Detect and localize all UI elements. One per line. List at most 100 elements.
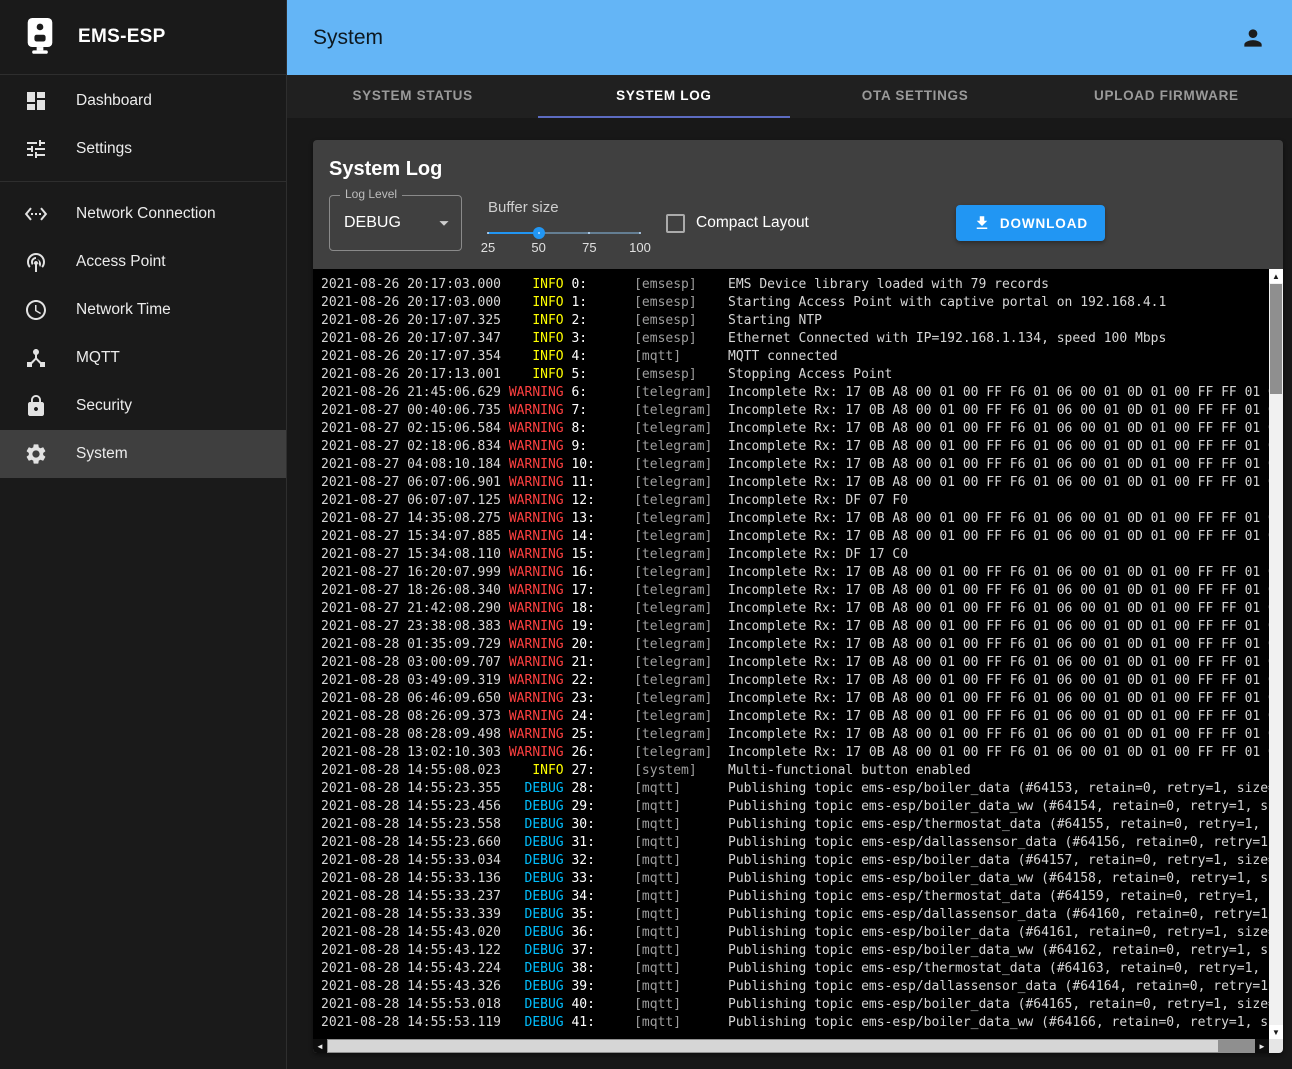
log-line: 2021-08-26 20:17:07.325 INFO 2: [emsesp]… [321,312,1269,330]
tab-ota-settings[interactable]: OTA SETTINGS [790,75,1041,118]
tab-upload-firmware[interactable]: UPLOAD FIRMWARE [1041,75,1292,118]
log-line: 2021-08-27 21:42:08.290 WARNING 18: [tel… [321,600,1269,618]
ethernet-icon [24,202,48,226]
log-line: 2021-08-28 14:55:53.119 DEBUG 41: [mqtt]… [321,1014,1269,1032]
log-line: 2021-08-28 08:28:09.498 WARNING 25: [tel… [321,726,1269,744]
slider-mark-label: 100 [629,240,651,255]
app-title: EMS-ESP [78,26,166,48]
slider-mark-label: 50 [531,240,545,255]
slider-mark-dot [487,232,489,234]
controls-row: Log Level DEBUG Buffer size 255075100 [313,185,1283,269]
sidebar-item-settings[interactable]: Settings [0,125,286,173]
sidebar-item-label: Settings [76,140,132,158]
scrollbar-corner [1269,1039,1283,1053]
log-level-value: DEBUG [344,214,401,232]
slider-mark-dot [538,232,540,234]
log-line: 2021-08-28 06:46:09.650 WARNING 23: [tel… [321,690,1269,708]
device-hub-icon [24,346,48,370]
log-line: 2021-08-27 00:40:06.735 WARNING 7: [tele… [321,402,1269,420]
log-line: 2021-08-28 13:02:10.303 WARNING 26: [tel… [321,744,1269,762]
log-line: 2021-08-28 14:55:23.355 DEBUG 28: [mqtt]… [321,780,1269,798]
log-line: 2021-08-27 16:20:07.999 WARNING 16: [tel… [321,564,1269,582]
scroll-right-arrow-icon[interactable]: ► [1255,1039,1269,1053]
sidebar-item-system[interactable]: System [0,430,286,478]
log-line: 2021-08-28 14:55:43.326 DEBUG 39: [mqtt]… [321,978,1269,996]
sidebar-divider [0,181,286,182]
buffer-size-slider[interactable]: 255075100 [488,226,640,240]
sidebar-item-label: MQTT [76,349,120,367]
log-line: 2021-08-27 15:34:08.110 WARNING 15: [tel… [321,546,1269,564]
log-line: 2021-08-28 14:55:23.660 DEBUG 31: [mqtt]… [321,834,1269,852]
slider-track [488,232,539,234]
sidebar-item-network-connection[interactable]: Network Connection [0,190,286,238]
sidebar-item-security[interactable]: Security [0,382,286,430]
download-button[interactable]: DOWNLOAD [956,205,1105,241]
log-line: 2021-08-28 14:55:08.023 INFO 27: [system… [321,762,1269,780]
slider-mark-label: 75 [582,240,596,255]
log-line: 2021-08-27 02:18:06.834 WARNING 9: [tele… [321,438,1269,456]
log-line: 2021-08-27 02:15:06.584 WARNING 8: [tele… [321,420,1269,438]
log-line: 2021-08-28 14:55:33.339 DEBUG 35: [mqtt]… [321,906,1269,924]
clock-icon [24,298,48,322]
log-line: 2021-08-28 03:49:09.319 WARNING 22: [tel… [321,672,1269,690]
log-line: 2021-08-28 14:55:23.558 DEBUG 30: [mqtt]… [321,816,1269,834]
log-line: 2021-08-28 14:55:43.122 DEBUG 37: [mqtt]… [321,942,1269,960]
horizontal-scrollbar[interactable]: ◄ ► [313,1039,1269,1053]
log-line: 2021-08-26 20:17:07.354 INFO 4: [mqtt] M… [321,348,1269,366]
log-lines: 2021-08-26 20:17:03.000 INFO 0: [emsesp]… [313,269,1269,1039]
log-line: 2021-08-26 20:17:03.000 INFO 0: [emsesp]… [321,276,1269,294]
log-line: 2021-08-27 23:38:08.383 WARNING 19: [tel… [321,618,1269,636]
vertical-scroll-thumb[interactable] [1270,284,1282,394]
vertical-scrollbar[interactable]: ▲ ▼ [1269,269,1283,1039]
checkbox-icon[interactable] [666,214,685,233]
chevron-down-icon [433,212,455,234]
horizontal-scroll-thumb[interactable] [328,1040,1218,1052]
log-line: 2021-08-28 14:55:23.456 DEBUG 29: [mqtt]… [321,798,1269,816]
wifi-tethering-icon [24,250,48,274]
log-line: 2021-08-28 14:55:33.237 DEBUG 34: [mqtt]… [321,888,1269,906]
log-level-select[interactable]: Log Level DEBUG [329,195,462,251]
log-line: 2021-08-27 15:34:07.885 WARNING 14: [tel… [321,528,1269,546]
compact-layout-label: Compact Layout [696,214,809,232]
sidebar-item-dashboard[interactable]: Dashboard [0,77,286,125]
log-line: 2021-08-26 21:45:06.629 WARNING 6: [tele… [321,384,1269,402]
ems-esp-logo [24,18,56,56]
scroll-up-arrow-icon[interactable]: ▲ [1269,269,1283,283]
log-terminal: 2021-08-26 20:17:03.000 INFO 0: [emsesp]… [313,269,1283,1053]
slider-mark-dot [588,232,590,234]
gear-icon [24,442,48,466]
log-line: 2021-08-26 20:17:13.001 INFO 5: [emsesp]… [321,366,1269,384]
log-line: 2021-08-28 14:55:53.018 DEBUG 40: [mqtt]… [321,996,1269,1014]
sidebar-item-label: Dashboard [76,92,152,110]
sidebar-header: EMS-ESP [0,0,286,75]
slider-mark-label: 25 [481,240,495,255]
sidebar-item-mqtt[interactable]: MQTT [0,334,286,382]
log-line: 2021-08-27 14:35:08.275 WARNING 13: [tel… [321,510,1269,528]
scroll-left-arrow-icon[interactable]: ◄ [313,1039,327,1053]
tab-system-log[interactable]: SYSTEM LOG [538,75,789,118]
lock-icon [24,394,48,418]
sidebar-item-label: Network Connection [76,205,216,223]
sidebar-item-label: Network Time [76,301,171,319]
log-line: 2021-08-28 08:26:09.373 WARNING 24: [tel… [321,708,1269,726]
page-title: System [313,26,383,50]
sidebar-item-label: Security [76,397,132,415]
log-line: 2021-08-28 14:55:33.034 DEBUG 32: [mqtt]… [321,852,1269,870]
buffer-size-label: Buffer size [488,199,640,216]
appbar: System [287,0,1292,75]
download-icon [973,214,991,232]
compact-layout-toggle[interactable]: Compact Layout [666,214,809,233]
log-line: 2021-08-27 04:08:10.184 WARNING 10: [tel… [321,456,1269,474]
log-line: 2021-08-28 14:55:43.020 DEBUG 36: [mqtt]… [321,924,1269,942]
card-title: System Log [313,140,1283,185]
sidebar-item-access-point[interactable]: Access Point [0,238,286,286]
log-line: 2021-08-26 20:17:07.347 INFO 3: [emsesp]… [321,330,1269,348]
dashboard-icon [24,89,48,113]
scroll-down-arrow-icon[interactable]: ▼ [1269,1025,1283,1039]
tab-system-status[interactable]: SYSTEM STATUS [287,75,538,118]
download-button-label: DOWNLOAD [1000,216,1088,231]
sidebar-item-network-time[interactable]: Network Time [0,286,286,334]
log-line: 2021-08-27 06:07:07.125 WARNING 12: [tel… [321,492,1269,510]
person-icon[interactable] [1240,25,1266,51]
log-line: 2021-08-28 03:00:09.707 WARNING 21: [tel… [321,654,1269,672]
